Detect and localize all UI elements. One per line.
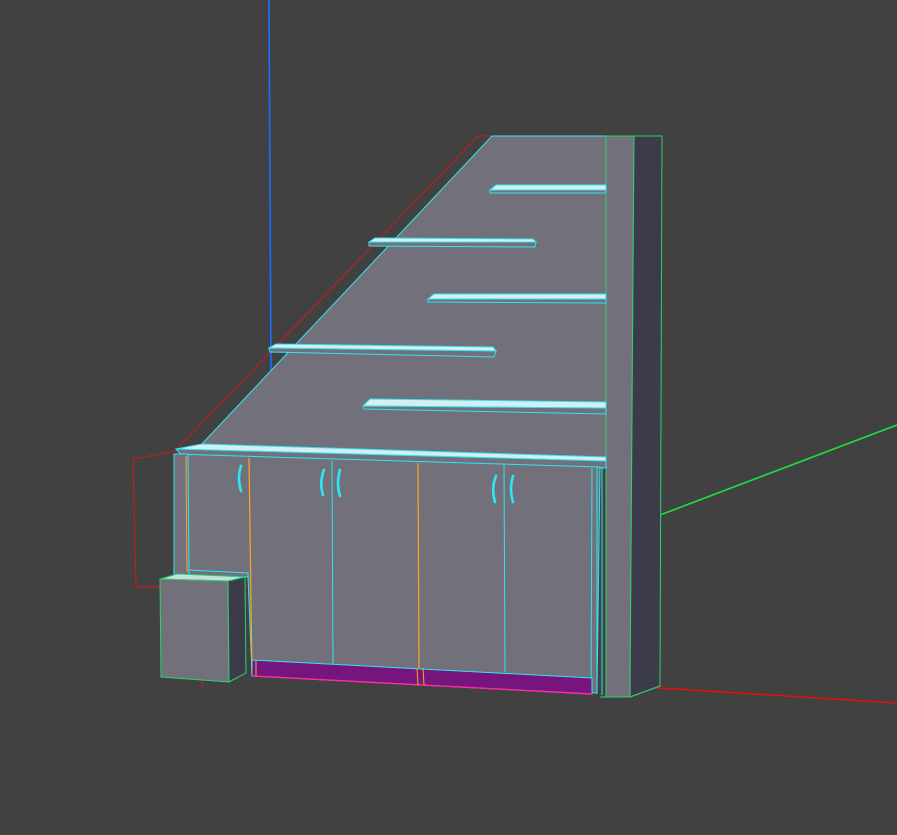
shelf-3[interactable] [426, 293, 607, 304]
shelf-1[interactable] [488, 184, 607, 194]
y-axis-line [659, 424, 897, 516]
side-block[interactable] [159, 573, 247, 683]
shelf-2[interactable] [367, 237, 538, 248]
z-axis-line [268, 0, 272, 373]
x-axis-line [627, 685, 897, 704]
3d-viewport[interactable] [0, 0, 897, 835]
scene-canvas[interactable] [0, 0, 897, 835]
side-panel-front[interactable] [605, 135, 635, 698]
side-panel-depth [629, 135, 663, 698]
